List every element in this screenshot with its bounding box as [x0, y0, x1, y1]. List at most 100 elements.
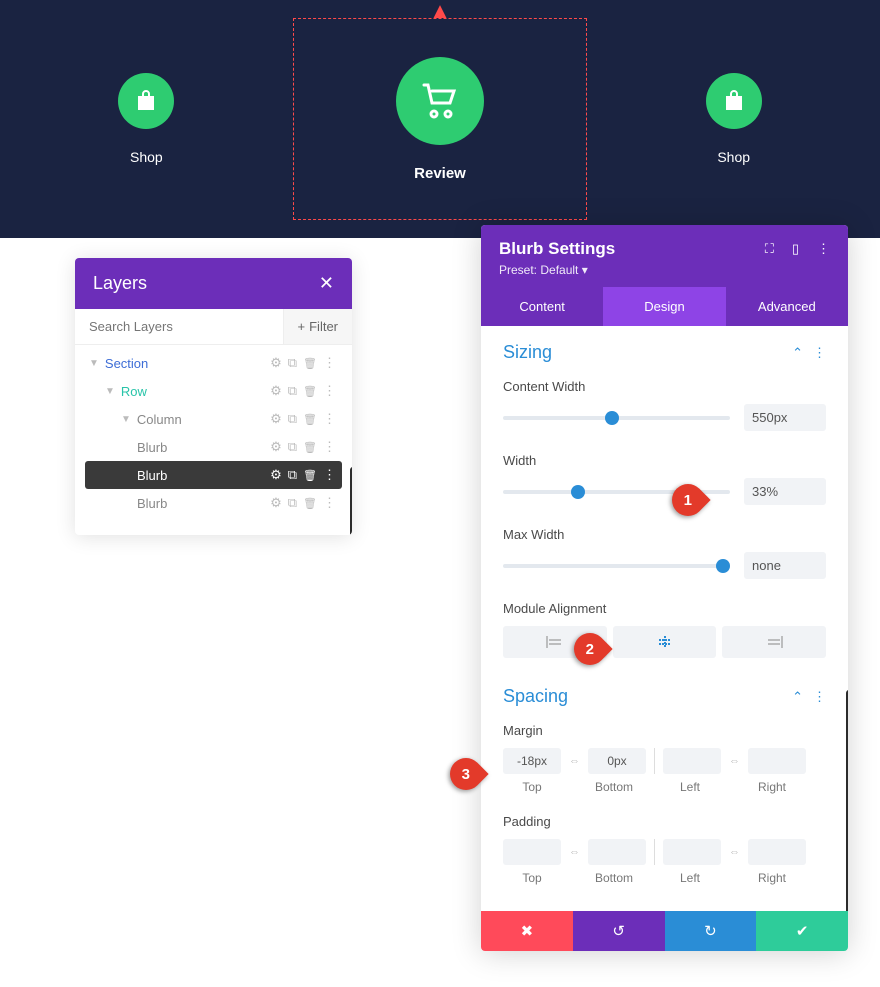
duplicate-icon[interactable] — [288, 467, 297, 483]
layers-search-row: +Filter — [75, 309, 352, 345]
settings-scrollbar[interactable] — [846, 690, 848, 911]
content-width-label: Content Width — [503, 379, 826, 394]
gear-icon[interactable] — [270, 355, 282, 371]
chevron-up-icon[interactable]: ⌃ — [792, 689, 803, 705]
more-icon[interactable] — [323, 411, 336, 427]
alignment-label: Module Alignment — [503, 601, 826, 616]
more-icon[interactable]: ⋮ — [817, 241, 830, 257]
gear-icon[interactable] — [270, 411, 282, 427]
banner-label-center: Review — [414, 165, 466, 182]
search-input[interactable] — [75, 309, 283, 344]
content-width-slider[interactable] — [503, 416, 730, 420]
margin-bottom-input[interactable] — [588, 748, 646, 774]
sizing-section-head[interactable]: Sizing ⌃⋮ — [503, 342, 826, 363]
tree-blurb-active[interactable]: Blurb — [85, 461, 342, 489]
column-icon[interactable]: ▯ — [792, 241, 799, 257]
trash-icon[interactable] — [303, 383, 317, 399]
duplicate-icon[interactable] — [288, 411, 297, 427]
chevron-down-icon[interactable]: ▼ — [105, 386, 115, 397]
spacing-section-head[interactable]: Spacing ⌃⋮ — [503, 686, 826, 707]
max-width-slider[interactable] — [503, 564, 730, 568]
top-banner: ▲ Shop Review Shop — [0, 0, 880, 238]
more-icon[interactable] — [323, 439, 336, 455]
margin-right-input[interactable] — [748, 748, 806, 774]
tree-section[interactable]: ▼ Section — [85, 349, 342, 377]
layers-panel: Layers ✕ +Filter ▼ Section ▼ Row ▼ Colum… — [75, 258, 352, 535]
more-icon[interactable]: ⋮ — [813, 689, 826, 705]
margin-label: Margin — [503, 723, 826, 738]
footer-bar: ✖ ↺ ↻ ✔ — [481, 911, 848, 951]
tree-blurb[interactable]: Blurb — [85, 489, 342, 517]
width-label: Width — [503, 453, 826, 468]
duplicate-icon[interactable] — [288, 439, 297, 455]
layers-tree: ▼ Section ▼ Row ▼ Column Blurb Blurb Blu… — [75, 345, 352, 535]
tree-row[interactable]: ▼ Row — [85, 377, 342, 405]
tree-column[interactable]: ▼ Column — [85, 405, 342, 433]
align-right-button[interactable] — [722, 626, 826, 658]
trash-icon[interactable] — [303, 411, 317, 427]
banner-label-right: Shop — [717, 149, 750, 165]
gear-icon[interactable] — [270, 495, 282, 511]
save-button[interactable]: ✔ — [756, 911, 848, 951]
padding-right-input[interactable] — [748, 839, 806, 865]
expand-icon[interactable]: ⛶ — [765, 241, 774, 257]
settings-header: Blurb Settings ⛶ ▯ ⋮ Preset: Default ▾ — [481, 225, 848, 287]
layers-scrollbar[interactable] — [350, 467, 352, 535]
width-input[interactable] — [744, 478, 826, 505]
padding-bottom-input[interactable] — [588, 839, 646, 865]
arrow-up-icon: ▲ — [429, 0, 451, 24]
more-icon[interactable] — [323, 467, 336, 483]
content-width-input[interactable] — [744, 404, 826, 431]
settings-tabs: Content Design Advanced — [481, 287, 848, 326]
duplicate-icon[interactable] — [288, 495, 297, 511]
trash-icon[interactable] — [303, 467, 317, 483]
trash-icon[interactable] — [303, 495, 317, 511]
more-icon[interactable] — [323, 355, 336, 371]
more-icon[interactable] — [323, 383, 336, 399]
margin-left-input[interactable] — [663, 748, 721, 774]
settings-panel: Blurb Settings ⛶ ▯ ⋮ Preset: Default ▾ C… — [481, 225, 848, 951]
filter-button[interactable]: +Filter — [283, 309, 352, 344]
duplicate-icon[interactable] — [288, 383, 297, 399]
redo-button[interactable]: ↻ — [665, 911, 757, 951]
cancel-button[interactable]: ✖ — [481, 911, 573, 951]
chevron-down-icon[interactable]: ▼ — [121, 414, 131, 425]
max-width-input[interactable] — [744, 552, 826, 579]
margin-top-input[interactable] — [503, 748, 561, 774]
tab-content[interactable]: Content — [481, 287, 603, 326]
close-icon[interactable]: ✕ — [319, 273, 334, 294]
link-icon[interactable]: ⇔ — [565, 846, 584, 858]
banner-col-left: Shop — [0, 0, 293, 238]
banner-col-center[interactable]: Review — [293, 18, 588, 220]
align-center-button[interactable] — [613, 626, 717, 658]
chevron-up-icon[interactable]: ⌃ — [792, 345, 803, 361]
link-icon[interactable]: ⇔ — [565, 755, 584, 767]
undo-button[interactable]: ↺ — [573, 911, 665, 951]
shop-icon-left — [118, 73, 174, 129]
trash-icon[interactable] — [303, 439, 317, 455]
settings-body: Sizing ⌃⋮ Content Width Width Max Width … — [481, 326, 848, 911]
more-icon[interactable] — [323, 495, 336, 511]
max-width-label: Max Width — [503, 527, 826, 542]
preset-dropdown[interactable]: Preset: Default ▾ — [499, 263, 830, 277]
more-icon[interactable]: ⋮ — [813, 345, 826, 361]
tab-advanced[interactable]: Advanced — [726, 287, 848, 326]
banner-label-left: Shop — [130, 149, 163, 165]
padding-left-input[interactable] — [663, 839, 721, 865]
banner-col-right: Shop — [587, 0, 880, 238]
settings-title: Blurb Settings — [499, 239, 615, 259]
gear-icon[interactable] — [270, 467, 282, 483]
layers-header: Layers ✕ — [75, 258, 352, 309]
padding-label: Padding — [503, 814, 826, 829]
link-icon[interactable]: ⇔ — [725, 846, 744, 858]
padding-top-input[interactable] — [503, 839, 561, 865]
link-icon[interactable]: ⇔ — [725, 755, 744, 767]
chevron-down-icon[interactable]: ▼ — [89, 358, 99, 369]
tree-blurb[interactable]: Blurb — [85, 433, 342, 461]
tab-design[interactable]: Design — [603, 287, 725, 326]
gear-icon[interactable] — [270, 383, 282, 399]
layers-title: Layers — [93, 273, 147, 294]
duplicate-icon[interactable] — [288, 355, 297, 371]
trash-icon[interactable] — [303, 355, 317, 371]
gear-icon[interactable] — [270, 439, 282, 455]
